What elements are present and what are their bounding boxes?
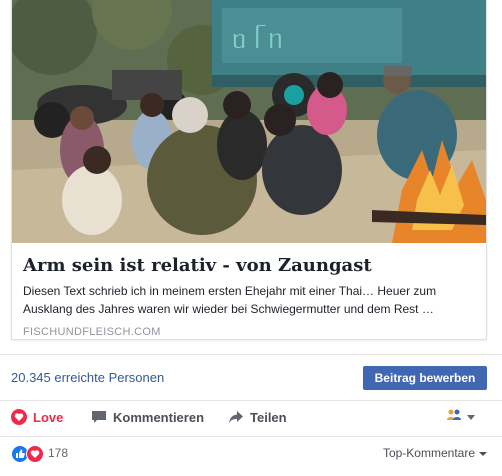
reach-count-link[interactable]: 20.345 erreichte Personen — [11, 370, 164, 385]
link-preview-text[interactable]: Arm sein ist relativ - von Zaungast Dies… — [12, 243, 486, 348]
boost-post-button[interactable]: Beitrag bewerben — [363, 366, 487, 390]
link-description: Diesen Text schrieb ich in meinem ersten… — [23, 284, 437, 316]
divider — [0, 436, 502, 437]
reaction-icons[interactable] — [11, 445, 45, 463]
chevron-down-icon — [479, 451, 487, 456]
audience-selector[interactable] — [445, 409, 477, 425]
link-domain: FISCHUNDFLEISCH.COM — [23, 326, 161, 338]
speech-bubble-icon — [91, 409, 107, 425]
heart-outline-icon — [11, 409, 27, 425]
love-button[interactable]: Love — [11, 406, 63, 428]
reach-row: 20.345 erreichte Personen Beitrag bewerb… — [11, 366, 487, 390]
comment-sort-label: Top-Kommentare — [382, 446, 475, 460]
comment-label: Kommentieren — [113, 409, 205, 425]
reaction-count[interactable]: 178 — [48, 446, 68, 460]
thumbs-up-icon — [11, 445, 29, 463]
link-preview-card[interactable]: ᥝ ᥬ ᥒ Arm sein ist relativ - von Zaungas… — [11, 0, 487, 340]
divider — [0, 400, 502, 401]
share-arrow-icon — [228, 409, 244, 425]
actions-row: Love Kommentieren Teilen — [11, 406, 487, 428]
heart-icon — [26, 445, 44, 463]
link-preview-image[interactable]: ᥝ ᥬ ᥒ — [12, 0, 486, 243]
comment-button[interactable]: Kommentieren — [91, 406, 204, 428]
photo-illustration: ᥝ ᥬ ᥒ — [12, 0, 486, 243]
chevron-down-icon — [467, 414, 475, 420]
comment-sort-dropdown[interactable]: Top-Kommentare — [383, 446, 487, 460]
share-button[interactable]: Teilen — [228, 406, 287, 428]
link-title[interactable]: Arm sein ist relativ - von Zaungast — [23, 255, 475, 277]
svg-text:ᥝ ᥬ ᥒ: ᥝ ᥬ ᥒ — [232, 25, 283, 55]
love-label: Love — [33, 409, 64, 425]
share-label: Teilen — [250, 409, 287, 425]
friends-icon — [445, 408, 463, 426]
divider — [0, 354, 502, 355]
reactions-row: 178 Top-Kommentare — [11, 444, 487, 464]
